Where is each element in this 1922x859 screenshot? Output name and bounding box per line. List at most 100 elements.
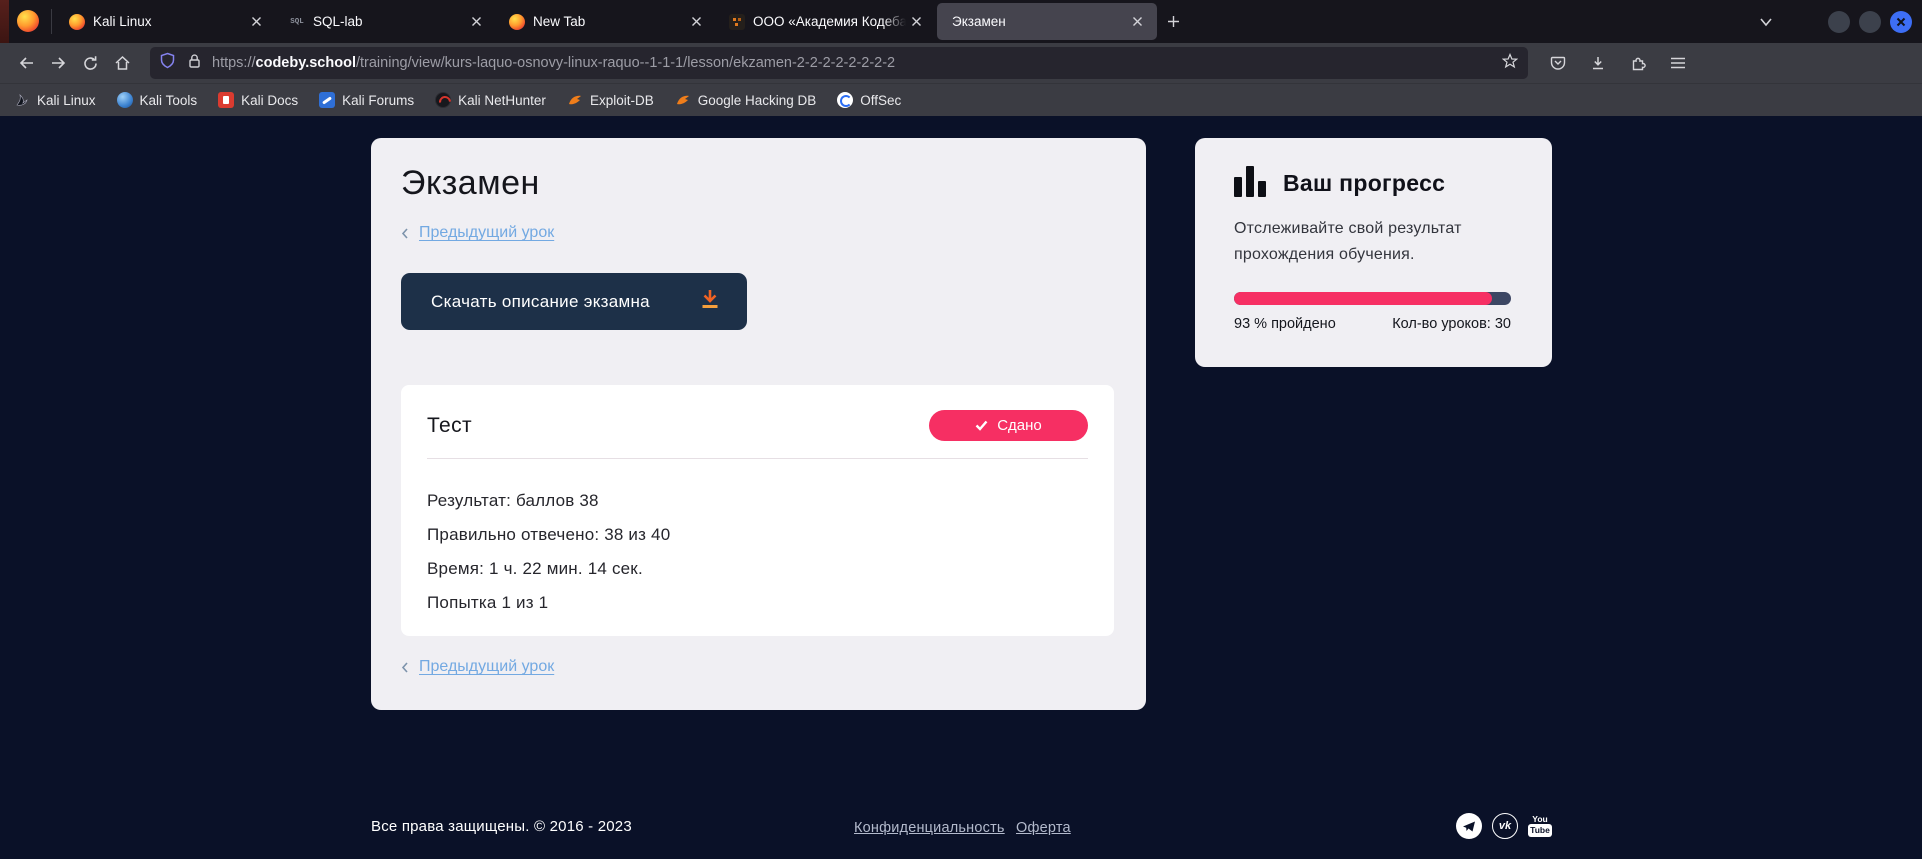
tab-codeby-academy[interactable]: ООО «Академия Кодеба <box>716 0 936 43</box>
exploit-db-bird-icon <box>567 92 583 108</box>
progress-card: Ваш прогресс Отслеживайте свой результат… <box>1195 138 1552 367</box>
kali-forums-icon <box>319 92 335 108</box>
chevron-left-icon <box>401 661 409 674</box>
bookmark-label: Kali NetHunter <box>458 93 546 108</box>
codeby-favicon-icon <box>729 14 745 30</box>
offsec-icon <box>837 92 853 108</box>
vk-icon[interactable]: vk <box>1492 813 1518 839</box>
tab-sql-lab[interactable]: SQL SQL-lab <box>276 0 496 43</box>
pocket-icon[interactable] <box>1542 47 1574 79</box>
bookmark-label: Exploit-DB <box>590 93 654 108</box>
navigation-toolbar: https://codeby.school/training/view/kurs… <box>0 43 1922 83</box>
divider <box>427 458 1088 459</box>
kali-nethunter-icon <box>435 92 451 108</box>
bookmark-star-icon[interactable] <box>1502 53 1518 74</box>
page-title: Экзамен <box>401 164 1116 203</box>
test-title: Тест <box>427 414 472 438</box>
tab-ekzamen-active[interactable]: Экзамен <box>937 3 1157 40</box>
previous-lesson-link-bottom[interactable]: Предыдущий урок <box>401 658 1116 676</box>
bookmark-label: Kali Docs <box>241 93 298 108</box>
result-time-line: Время: 1 ч. 22 мин. 14 сек. <box>427 559 1088 579</box>
copyright-text: Все права защищены. © 2016 - 2023 <box>371 818 632 835</box>
result-correct-line: Правильно отвечено: 38 из 40 <box>427 525 1088 545</box>
test-result-card: Тест Сдано Результат: баллов 38 Правильн… <box>401 385 1114 636</box>
close-window-button[interactable] <box>1890 11 1912 33</box>
bookmark-kali-nethunter[interactable]: Kali NetHunter <box>435 92 546 108</box>
url-text: https://codeby.school/training/view/kurs… <box>212 55 1502 71</box>
tab-close-icon[interactable] <box>906 12 926 32</box>
sql-favicon-icon: SQL <box>289 14 305 30</box>
tab-close-icon[interactable] <box>1127 12 1147 32</box>
bookmark-label: OffSec <box>860 93 901 108</box>
chevron-left-icon <box>401 227 409 240</box>
firefox-icon <box>17 10 39 32</box>
progress-description: Отслеживайте свой результат прохождения … <box>1234 216 1484 268</box>
bookmark-offsec[interactable]: OffSec <box>837 92 901 108</box>
tab-close-icon[interactable] <box>686 12 706 32</box>
lessons-count-label: Кол-во уроков: 30 <box>1392 316 1511 332</box>
previous-lesson-label[interactable]: Предыдущий урок <box>419 224 554 242</box>
tab-kali-linux[interactable]: Kali Linux <box>56 0 276 43</box>
download-arrow-icon <box>699 287 721 316</box>
tab-separator <box>51 9 52 34</box>
telegram-icon[interactable] <box>1456 813 1482 839</box>
result-score-line: Результат: баллов 38 <box>427 491 1088 511</box>
back-icon[interactable] <box>10 47 42 79</box>
minimize-button[interactable] <box>1828 11 1850 33</box>
youtube-icon[interactable]: You Tube <box>1528 815 1552 837</box>
tab-title: New Tab <box>533 14 686 29</box>
check-icon <box>975 420 988 431</box>
home-icon[interactable] <box>106 47 138 79</box>
lock-icon[interactable] <box>187 53 202 74</box>
previous-lesson-link-top[interactable]: Предыдущий урок <box>401 224 1116 242</box>
firefox-favicon-icon <box>69 14 85 30</box>
bookmark-label: Kali Forums <box>342 93 414 108</box>
download-exam-description-button[interactable]: Скачать описание экзамна <box>401 273 747 330</box>
exam-card: Экзамен Предыдущий урок Скачать описание… <box>371 138 1146 710</box>
tab-close-icon[interactable] <box>246 12 266 32</box>
bookmark-kali-linux[interactable]: Kali Linux <box>14 92 96 108</box>
previous-lesson-label[interactable]: Предыдущий урок <box>419 658 554 676</box>
tab-new-tab[interactable]: New Tab <box>496 0 716 43</box>
bookmarks-toolbar: Kali Linux Kali Tools Kali Docs Kali For… <box>0 83 1922 116</box>
bookmark-kali-tools[interactable]: Kali Tools <box>117 92 198 108</box>
list-all-tabs-button[interactable] <box>1759 17 1773 27</box>
new-tab-button[interactable] <box>1158 6 1188 36</box>
bookmark-kali-docs[interactable]: Kali Docs <box>218 92 298 108</box>
download-button-label: Скачать описание экзамна <box>431 292 699 312</box>
tab-title: SQL-lab <box>313 14 466 29</box>
privacy-link[interactable]: Конфиденциальность <box>854 820 1005 836</box>
bookmark-label: Kali Linux <box>37 93 96 108</box>
tracking-shield-icon[interactable] <box>160 52 175 74</box>
tab-close-icon[interactable] <box>466 12 486 32</box>
extensions-puzzle-icon[interactable] <box>1622 47 1654 79</box>
result-attempt-line: Попытка 1 из 1 <box>427 593 1088 613</box>
tab-title: Kali Linux <box>93 14 246 29</box>
progress-percent-label: 93 % пройдено <box>1234 316 1336 332</box>
kali-tools-icon <box>117 92 133 108</box>
offer-link[interactable]: Оферта <box>1016 820 1071 836</box>
window-edge-decoration <box>0 0 9 43</box>
maximize-button[interactable] <box>1859 11 1881 33</box>
tab-title: Экзамен <box>952 14 1127 29</box>
passed-badge: Сдано <box>929 410 1088 441</box>
progress-bar-fill <box>1234 292 1492 305</box>
progress-title: Ваш прогресс <box>1283 170 1445 197</box>
bookmark-kali-forums[interactable]: Kali Forums <box>319 92 414 108</box>
url-bar[interactable]: https://codeby.school/training/view/kurs… <box>150 47 1528 79</box>
tab-title: ООО «Академия Кодеба <box>753 14 906 29</box>
reload-icon[interactable] <box>74 47 106 79</box>
bar-chart-icon <box>1234 166 1266 197</box>
bookmark-exploit-db[interactable]: Exploit-DB <box>567 92 654 108</box>
passed-badge-label: Сдано <box>997 417 1042 434</box>
page-viewport: Экзамен Предыдущий урок Скачать описание… <box>0 116 1922 859</box>
menu-hamburger-icon[interactable] <box>1662 47 1694 79</box>
downloads-icon[interactable] <box>1582 47 1614 79</box>
google-hacking-db-bird-icon <box>675 92 691 108</box>
progress-bar <box>1234 292 1511 305</box>
bookmark-label: Kali Tools <box>140 93 198 108</box>
tab-bar: Kali Linux SQL SQL-lab New Tab ООО «Акад… <box>0 0 1922 43</box>
kali-dragon-icon <box>14 92 30 108</box>
forward-icon[interactable] <box>42 47 74 79</box>
bookmark-google-hacking-db[interactable]: Google Hacking DB <box>675 92 817 108</box>
